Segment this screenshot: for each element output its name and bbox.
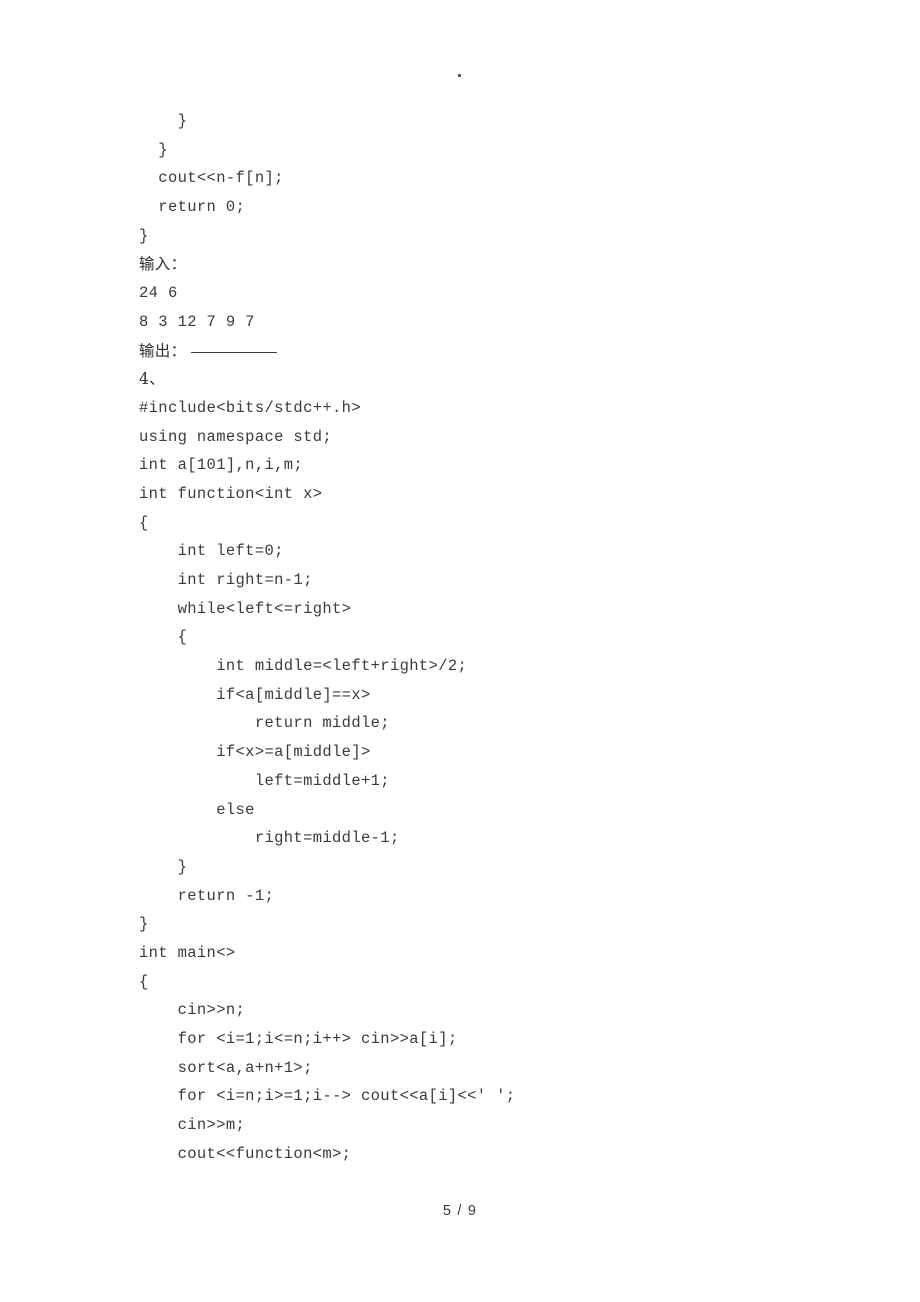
code-line: int main<> [139,943,236,962]
label-line: 输出： [139,337,839,366]
code-line: int function<int x> [139,484,323,503]
code-line: if<x>=a[middle]> [139,743,371,762]
label-text: 输出： [139,341,187,360]
code-line: right=middle-1; [139,829,400,848]
code-line: { [139,972,149,991]
stray-ink-dot-icon [458,74,461,77]
code-line: int left=0; [139,542,284,561]
code-line: #include<bits/stdc++.h> [139,398,361,417]
code-line: return 0; [139,198,246,217]
code-line: int middle=<left+right>/2; [139,657,468,676]
code-line: int a[101],n,i,m; [139,456,304,475]
code-line: } [139,857,188,876]
code-line: return middle; [139,714,390,733]
code-line: if<a[middle]==x> [139,685,371,704]
code-line: else [139,800,255,819]
code-line: cout<<function<m>; [139,1144,352,1163]
code-line: left=middle+1; [139,771,390,790]
code-line: while<left<=right> [139,599,352,618]
code-line: sort<a,a+n+1>; [139,1058,313,1077]
label-line: 4、 [139,370,165,389]
code-line: cin>>m; [139,1116,246,1135]
code-line: { [139,513,149,532]
code-line: 24 6 [139,284,178,303]
code-line: } [139,112,188,130]
code-line: } [139,226,149,245]
code-line: } [139,915,149,934]
code-line: int right=n-1; [139,571,313,589]
code-line: } [139,140,168,159]
document-body: } } cout<<n-f[n]; return 0;} 输入： 24 6 8 3 1… [139,107,839,1168]
document-page: } } cout<<n-f[n]; return 0;} 输入： 24 6 8 3 1… [0,0,920,1302]
code-line: cout<<n-f[n]; [139,169,284,188]
code-line: using namespace std; [139,427,333,446]
answer-blank-underline[interactable] [191,351,278,353]
page-number-footer: 5 / 9 [442,1203,478,1219]
code-line: { [139,628,188,647]
code-line: return -1; [139,886,275,905]
code-line: for <i=1;i<=n;i++> cin>>a[i]; [139,1030,458,1048]
label-line: 输入： [139,255,187,274]
code-line: cin>>n; [139,1001,246,1020]
code-line: 8 3 12 7 9 7 [139,312,255,331]
code-line: for <i=n;i>=1;i--> cout<<a[i]<<' '; [139,1087,516,1106]
